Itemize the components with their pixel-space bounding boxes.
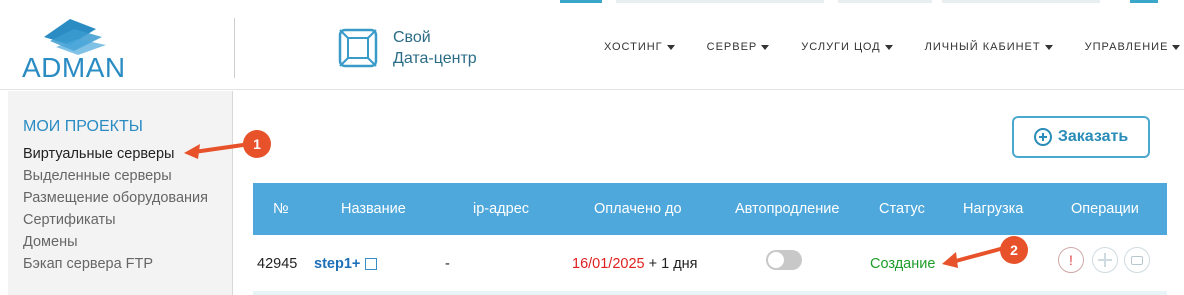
col-ip: ip-адрес [473,201,530,217]
sidebar-item-ftp-backup[interactable]: Бэкап сервера FTP [23,256,153,272]
col-paid-until: Оплачено до [594,201,682,217]
sidebar-title: МОИ ПРОЕКТЫ [23,118,143,135]
wallet-icon[interactable] [1124,247,1150,273]
datacenter-line2: Дата-центр [393,50,477,67]
sidebar-item-dedicated-servers[interactable]: Выделенные серверы [23,168,172,184]
chevron-down-icon [666,44,675,50]
nav-management[interactable]: УПРАВЛЕНИЕ [1085,41,1181,53]
chevron-down-icon [1172,44,1181,50]
col-number: № [273,201,289,217]
paid-until-date: 16/01/2025 [572,256,645,272]
main-nav: ХОСТИНГ СЕРВЕР УСЛУГИ ЦОД ЛИЧНЫЙ КАБИНЕТ… [604,41,1181,53]
sidebar-item-certificates[interactable]: Сертификаты [23,212,116,228]
col-operations: Операции [1071,201,1139,217]
paid-until-extra: + 1 дня [648,256,698,272]
nav-hosting[interactable]: ХОСТИНГ [604,41,675,53]
col-load: Нагрузка [963,201,1024,217]
datacenter-icon [338,28,378,68]
status-badge: Создание [870,256,936,272]
col-status: Статус [879,201,925,217]
order-button-label: Заказать [1057,128,1129,145]
annotation-marker-1: 1 [243,130,271,158]
order-button[interactable]: Заказать [1012,116,1150,158]
nav-server[interactable]: СЕРВЕР [707,41,770,53]
edit-icon[interactable] [365,258,378,270]
add-circle-icon [1033,128,1052,146]
chevron-down-icon [1044,44,1053,50]
header-divider [234,18,235,78]
sidebar-item-virtual-servers[interactable]: Виртуальные серверы [23,146,174,162]
paid-until-cell: 16/01/2025 + 1 дня [572,256,698,272]
wallet-shape [1131,255,1143,265]
warning-icon[interactable]: ! [1058,247,1084,273]
table-row-next [253,291,1167,295]
sidebar-item-colocation[interactable]: Размещение оборудования [23,190,208,206]
server-name-link[interactable]: step1+ [314,256,360,272]
sidebar-divider [232,91,233,295]
server-ip: - [445,256,450,272]
annotation-marker-2: 2 [1000,236,1028,264]
col-autorenew: Автопродление [735,201,840,217]
toggle-knob [768,252,784,268]
sidebar-item-domains[interactable]: Домены [23,234,78,250]
datacenter-line1: Свой [393,29,431,46]
server-name-cell: step1+ [314,256,378,272]
add-icon[interactable] [1092,247,1118,273]
server-id: 42945 [257,256,298,272]
table-header: № Название ip-адрес Оплачено до Автопрод… [253,183,1167,235]
nav-account[interactable]: ЛИЧНЫЙ КАБИНЕТ [925,41,1053,53]
sidebar: МОИ ПРОЕКТЫ Виртуальные серверы Выделенн… [8,91,232,295]
header: ADMAN Свой Дата-центр ХОСТИНГ СЕРВЕР УСЛ… [0,0,1184,90]
datacenter-link[interactable]: Свой Дата-центр [393,27,477,69]
table-row: 42945 step1+ - 16/01/2025 + 1 дня Создан… [253,235,1167,291]
nav-dc-services[interactable]: УСЛУГИ ЦОД [801,41,893,53]
col-name: Название [341,201,406,217]
logo-text[interactable]: ADMAN [22,52,126,84]
autorenew-toggle[interactable] [766,250,802,270]
chevron-down-icon [884,44,893,50]
chevron-down-icon [761,44,770,50]
